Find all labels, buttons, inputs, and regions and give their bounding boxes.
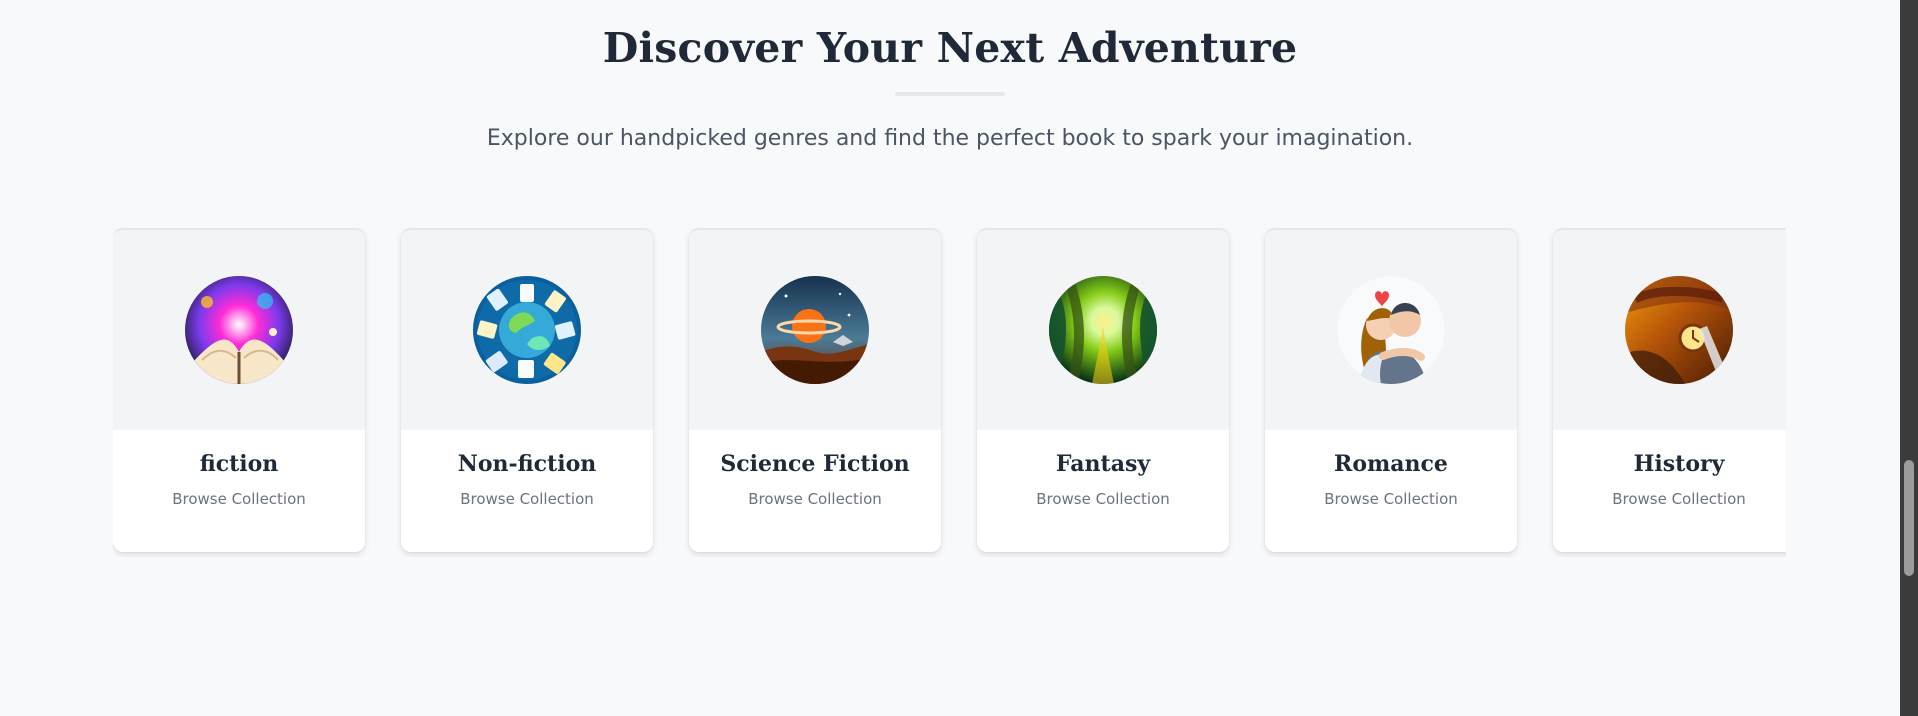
- genre-card-fiction[interactable]: fiction Browse Collection: [113, 228, 365, 552]
- history-book-icon: [1625, 276, 1733, 384]
- genre-name: History: [1633, 451, 1725, 477]
- genre-card-romance[interactable]: Romance Browse Collection: [1265, 228, 1517, 552]
- card-text: fiction Browse Collection: [113, 430, 365, 552]
- genre-card-track: fiction Browse Collection Non-fiction Br…: [113, 228, 1786, 558]
- card-image-area: [977, 230, 1229, 430]
- section-subtitle: Explore our handpicked genres and find t…: [486, 126, 1414, 151]
- card-image-area: [113, 230, 365, 430]
- browse-collection-link[interactable]: Browse Collection: [1324, 490, 1458, 508]
- genre-name: Science Fiction: [720, 451, 910, 477]
- browse-collection-link[interactable]: Browse Collection: [172, 490, 306, 508]
- globe-books-icon: [473, 276, 581, 384]
- browse-collection-link[interactable]: Browse Collection: [460, 490, 594, 508]
- genre-card-history[interactable]: History Browse Collection: [1553, 228, 1786, 552]
- section-title: Discover Your Next Adventure: [602, 24, 1298, 72]
- fiction-book-burst-icon: [185, 276, 293, 384]
- couple-kissing-icon: [1337, 276, 1445, 384]
- genre-carousel: fiction Browse Collection Non-fiction Br…: [113, 228, 1786, 558]
- genre-card-fantasy[interactable]: Fantasy Browse Collection: [977, 228, 1229, 552]
- genre-name: fiction: [199, 451, 279, 477]
- genre-card-science-fiction[interactable]: Science Fiction Browse Collection: [689, 228, 941, 552]
- genres-section: Discover Your Next Adventure Explore our…: [0, 0, 1900, 716]
- scrollbar-thumb[interactable]: [1904, 460, 1914, 576]
- card-image-area: [401, 230, 653, 430]
- card-image-area: [1265, 230, 1517, 430]
- enchanted-forest-icon: [1049, 276, 1157, 384]
- card-image-area: [1553, 230, 1786, 430]
- space-planet-icon: [761, 276, 869, 384]
- genre-name: Non-fiction: [457, 451, 597, 477]
- genre-name: Fantasy: [1055, 451, 1151, 477]
- genre-name: Romance: [1334, 451, 1448, 477]
- card-text: History Browse Collection: [1553, 430, 1786, 552]
- browse-collection-link[interactable]: Browse Collection: [1036, 490, 1170, 508]
- card-text: Science Fiction Browse Collection: [689, 430, 941, 552]
- genre-card-non-fiction[interactable]: Non-fiction Browse Collection: [401, 228, 653, 552]
- vertical-scrollbar[interactable]: [1900, 0, 1918, 716]
- title-divider: [895, 92, 1005, 96]
- card-text: Non-fiction Browse Collection: [401, 430, 653, 552]
- browse-collection-link[interactable]: Browse Collection: [748, 490, 882, 508]
- card-text: Romance Browse Collection: [1265, 430, 1517, 552]
- card-image-area: [689, 230, 941, 430]
- browse-collection-link[interactable]: Browse Collection: [1612, 490, 1746, 508]
- card-text: Fantasy Browse Collection: [977, 430, 1229, 552]
